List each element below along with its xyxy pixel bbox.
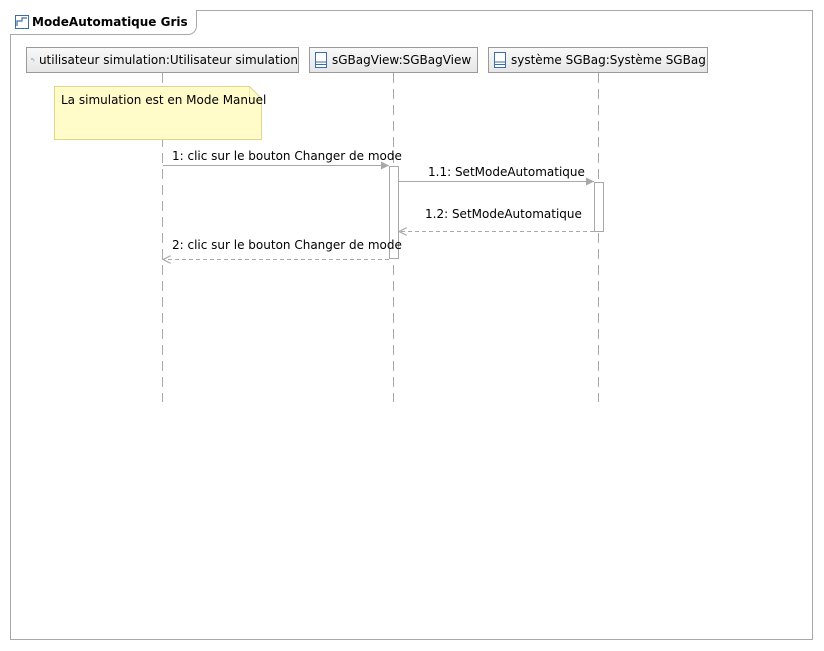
message-label-1: 1: clic sur le bouton Changer de mode <box>172 149 402 163</box>
note[interactable]: La simulation est en Mode Manuel <box>54 86 266 140</box>
activation-systeme-sgbag[interactable] <box>594 182 604 232</box>
message-label-2: 2: clic sur le bouton Changer de mode <box>172 238 402 252</box>
note-text: La simulation est en Mode Manuel <box>61 93 267 107</box>
message-label-1-2: 1.2: SetModeAutomatique <box>425 207 582 221</box>
message-label-1-1: 1.1: SetModeAutomatique <box>428 165 585 179</box>
